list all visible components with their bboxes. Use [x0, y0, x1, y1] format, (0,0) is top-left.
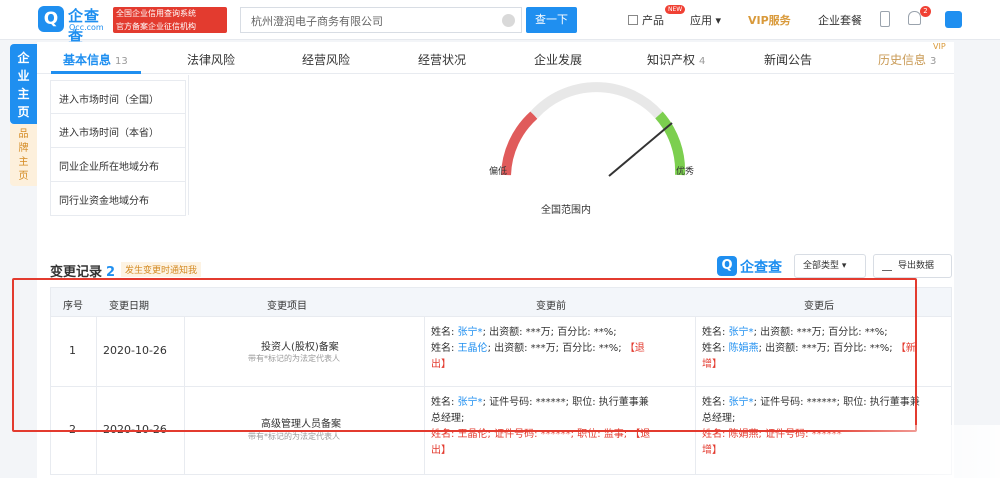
user-avatar-icon[interactable]	[945, 11, 962, 28]
nav-products[interactable]: 产品	[628, 12, 664, 28]
active-tab-indicator	[51, 71, 141, 74]
brand-mark-icon: Q	[717, 256, 737, 276]
nav-vip[interactable]: VIP服务	[748, 12, 791, 28]
list-item[interactable]: 同业企业所在地域分布	[50, 148, 186, 182]
gov-badge-line1: 全国企业信用查询系统	[116, 9, 196, 18]
gov-badge-line2: 官方备案企业征信机构	[116, 22, 196, 31]
tab-label: 基本信息	[63, 53, 112, 67]
highlight-box	[12, 278, 917, 432]
notification-count: 2	[920, 6, 931, 17]
row-item-note: 带有*标记的为法定代表人	[248, 432, 340, 441]
tab-operation-status[interactable]: 经营状况	[418, 51, 466, 68]
vertical-char: 主	[18, 157, 29, 168]
tab-brand-home[interactable]: 品牌主页	[10, 124, 37, 186]
tab-legal-risk[interactable]: 法律风险	[187, 51, 235, 68]
tab-count: 3	[930, 56, 937, 67]
nav-apps[interactable]: 应用 ▾	[690, 12, 721, 28]
list-item[interactable]: 进入市场时间（本省）	[50, 114, 186, 148]
tab-development[interactable]: 企业发展	[534, 51, 582, 68]
tab-count: 4	[699, 56, 706, 67]
search-value: 杭州澄润电子商务有限公司	[251, 15, 383, 28]
clear-icon[interactable]	[502, 14, 515, 27]
gauge-panel: 偏低 优秀 全国范围内	[188, 75, 954, 216]
vertical-char: 企	[17, 51, 30, 65]
vertical-char: 业	[17, 69, 30, 83]
tab-count: 13	[115, 56, 128, 67]
vip-mark: VIP	[933, 42, 946, 51]
vertical-char: 品	[18, 129, 29, 140]
logo-mark-icon: Q	[38, 6, 64, 32]
new-badge: NEW	[665, 5, 686, 14]
change-line: 出】	[431, 443, 650, 459]
brand-name: 企查查	[740, 260, 782, 276]
brand-watermark: Q 企查查	[717, 256, 789, 278]
gauge-needle	[608, 122, 673, 177]
section-tabs: 基本信息 13 法律风险 经营风险 经营状况 企业发展 知识产权 4 新闻公告 历史…	[37, 42, 954, 74]
search-button[interactable]: 查一下	[526, 7, 577, 33]
gauge-caption: 全国范围内	[541, 205, 591, 216]
vertical-char: 主	[17, 87, 30, 101]
list-item[interactable]: 进入市场时间（全国）	[50, 80, 186, 114]
tab-label: 知识产权	[647, 53, 696, 67]
list-item[interactable]: 同行业资金地域分布	[50, 182, 186, 216]
tab-news[interactable]: 新闻公告	[764, 51, 812, 68]
tab-operation-risk[interactable]: 经营风险	[302, 51, 350, 68]
vertical-char: 页	[17, 105, 30, 119]
export-label: 导出数据	[898, 261, 935, 271]
phone-icon[interactable]	[880, 11, 890, 27]
top-bar: Q 企查查 Qcc.com 全国企业信用查询系统 官方备案企业征信机构 杭州澄润…	[0, 0, 1000, 46]
tab-label: 历史信息	[878, 53, 927, 67]
fade-overlay	[820, 425, 1000, 478]
gov-badge[interactable]: 全国企业信用查询系统 官方备案企业征信机构	[113, 7, 227, 33]
search-input[interactable]: 杭州澄润电子商务有限公司	[240, 7, 522, 33]
tab-company-home-label: 企业主页	[10, 49, 37, 121]
change-text: 增】	[702, 445, 722, 456]
market-list: 进入市场时间（全国） 进入市场时间（本省） 同业企业所在地域分布 同行业资金地域…	[50, 80, 186, 216]
tab-basic-info[interactable]: 基本信息 13	[63, 51, 128, 68]
change-text: 出】	[431, 445, 451, 456]
download-icon	[882, 260, 892, 271]
tab-brand-home-label: 品牌主页	[10, 128, 37, 184]
grid-icon	[628, 15, 638, 25]
nav-packages[interactable]: 企业套餐	[818, 12, 862, 28]
export-button[interactable]: 导出数据	[873, 254, 952, 278]
type-select[interactable]: 全部类型 ▾	[794, 254, 866, 278]
vertical-char: 页	[18, 171, 29, 182]
gauge-low-arc	[501, 111, 538, 176]
gauge-low-label: 偏低	[489, 167, 508, 177]
logo-subtitle: Qcc.com	[69, 23, 104, 32]
notify-badge[interactable]: 发生变更时通知我	[121, 262, 202, 277]
gauge-high-label: 优秀	[676, 167, 695, 177]
tab-ip[interactable]: 知识产权 4	[647, 51, 705, 68]
bell-icon[interactable]	[908, 11, 921, 25]
nav-products-label: 产品	[642, 14, 664, 27]
tab-history[interactable]: 历史信息 3	[878, 51, 936, 68]
vertical-char: 牌	[18, 143, 29, 154]
gauge-mid-arc	[530, 82, 663, 119]
tab-company-home[interactable]: 企业主页	[10, 44, 37, 124]
logo[interactable]: Q 企查查 Qcc.com	[38, 6, 108, 46]
